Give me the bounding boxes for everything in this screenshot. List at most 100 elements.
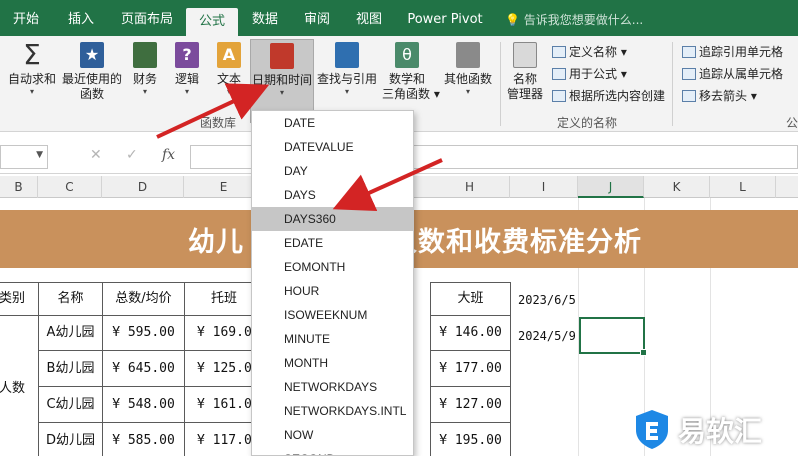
category-cell[interactable]: 人数 <box>0 315 39 456</box>
table-row-name[interactable]: B幼儿园 <box>38 350 103 387</box>
table-row-name[interactable]: C幼儿园 <box>38 386 103 423</box>
lookup-reference-button[interactable]: 查找与引用 ▾ <box>316 42 378 97</box>
table-row-daban[interactable]: ¥ 127.00 <box>430 386 511 423</box>
column-header-i[interactable]: I <box>510 176 578 198</box>
menu-item-date[interactable]: DATE <box>252 111 413 135</box>
column-header-k[interactable]: K <box>644 176 710 198</box>
tab-home[interactable]: 开始 <box>0 0 52 36</box>
table-row-daban[interactable]: ¥ 195.00 <box>430 422 511 456</box>
autosum-button[interactable]: Σ 自动求和 ▾ <box>6 38 58 97</box>
menu-item-edate[interactable]: EDATE <box>252 231 413 255</box>
menu-item-days360[interactable]: DAYS360 <box>252 207 413 231</box>
menu-item-datevalue[interactable]: DATEVALUE <box>252 135 413 159</box>
table-row-total[interactable]: ¥ 645.00 <box>102 350 185 387</box>
table-row-name[interactable]: D幼儿园 <box>38 422 103 456</box>
define-name-button[interactable]: 定义名称 ▾ <box>552 44 627 60</box>
tab-review[interactable]: 审阅 <box>294 0 340 36</box>
menu-item-eomonth[interactable]: EOMONTH <box>252 255 413 279</box>
name-manager-icon <box>513 42 537 68</box>
menu-item-day[interactable]: DAY <box>252 159 413 183</box>
sigma-icon: Σ <box>23 38 41 71</box>
date-cell-i3[interactable]: 2023/6/5 <box>518 293 576 307</box>
datetime-function-menu: DATE DATEVALUE DAY DAYS DAYS360 EDATE EO… <box>251 110 414 456</box>
column-header-h[interactable]: H <box>430 176 510 198</box>
menu-item-isoweeknum[interactable]: ISOWEEKNUM <box>252 303 413 327</box>
enter-icon[interactable]: ✓ <box>126 147 138 163</box>
tab-view[interactable]: 视图 <box>346 0 392 36</box>
watermark: 易软汇 <box>630 408 798 452</box>
table-row-daban[interactable]: ¥ 177.00 <box>430 350 511 387</box>
formula-bar-buttons: ✕ ✓ fx <box>76 145 184 169</box>
header-category[interactable]: 类别 <box>0 282 39 316</box>
menu-item-networkdays[interactable]: NETWORKDAYS <box>252 375 413 399</box>
define-name-icon <box>552 46 566 58</box>
table-row-name[interactable]: A幼儿园 <box>38 315 103 351</box>
tab-insert[interactable]: 插入 <box>56 0 106 36</box>
date-cell-i4[interactable]: 2024/5/9 <box>518 329 576 343</box>
menu-item-now[interactable]: NOW <box>252 423 413 447</box>
ribbon-separator <box>672 42 673 126</box>
ribbon-tab-bar: 开始 插入 页面布局 公式 数据 审阅 视图 Power Pivot 💡 告诉我… <box>0 0 798 36</box>
financial-button[interactable]: 财务 ▾ <box>128 42 162 97</box>
text-book-icon: A <box>217 42 241 68</box>
trace-dependents-icon <box>682 68 696 80</box>
trace-dependents-button[interactable]: 追踪从属单元格 <box>682 66 783 82</box>
logical-button[interactable]: ? 逻辑 ▾ <box>170 42 204 97</box>
column-header-b[interactable]: B <box>0 176 38 198</box>
theta-book-icon: θ <box>395 42 419 68</box>
table-row-daban[interactable]: ¥ 146.00 <box>430 315 511 351</box>
header-daban[interactable]: 大班 <box>430 282 511 316</box>
calendar-book-icon <box>270 43 294 69</box>
tell-me-search[interactable]: 💡 告诉我您想要做什么... <box>505 0 643 36</box>
column-header-j[interactable]: J <box>578 176 644 198</box>
menu-item-minute[interactable]: MINUTE <box>252 327 413 351</box>
math-trig-button[interactable]: θ 数学和 三角函数 ▾ <box>382 42 440 102</box>
question-book-icon: ? <box>175 42 199 68</box>
header-total[interactable]: 总数/均价 <box>102 282 185 316</box>
group-label-function-library: 函数库 <box>200 116 237 130</box>
table-row-total[interactable]: ¥ 595.00 <box>102 315 185 351</box>
menu-item-month[interactable]: MONTH <box>252 351 413 375</box>
group-label-defined-names: 定义的名称 <box>557 116 618 130</box>
shield-logo-icon <box>636 410 668 449</box>
column-header-c[interactable]: C <box>38 176 102 198</box>
column-header-l[interactable]: L <box>710 176 776 198</box>
trace-precedents-icon <box>682 46 696 58</box>
more-functions-icon <box>456 42 480 68</box>
star-book-icon: ★ <box>80 42 104 68</box>
use-in-formula-icon <box>552 68 566 80</box>
menu-item-second[interactable]: SECOND <box>252 447 413 455</box>
create-from-selection-icon <box>552 90 566 102</box>
create-from-selection-button[interactable]: 根据所选内容创建 <box>552 88 665 104</box>
chevron-down-icon[interactable]: ▼ <box>36 150 43 160</box>
tab-formulas[interactable]: 公式 <box>186 8 238 36</box>
table-row-total[interactable]: ¥ 548.00 <box>102 386 185 423</box>
magnifier-book-icon <box>335 42 359 68</box>
cancel-icon[interactable]: ✕ <box>90 147 102 163</box>
menu-item-networkdays-intl[interactable]: NETWORKDAYS.INTL <box>252 399 413 423</box>
recent-functions-button[interactable]: ★ 最近使用的 函数 <box>60 42 124 102</box>
header-name[interactable]: 名称 <box>38 282 103 316</box>
more-functions-button[interactable]: 其他函数 ▾ <box>442 42 494 97</box>
name-manager-button[interactable]: 名称 管理器 <box>504 42 546 102</box>
ribbon-separator <box>500 42 501 126</box>
name-box[interactable]: ▼ <box>0 145 48 169</box>
lightbulb-icon: 💡 <box>505 13 520 27</box>
watermark-text: 易软汇 <box>678 415 763 448</box>
text-button[interactable]: A 文本 ▾ <box>212 42 246 97</box>
column-header-d[interactable]: D <box>102 176 184 198</box>
tab-data[interactable]: 数据 <box>242 0 288 36</box>
use-in-formula-button[interactable]: 用于公式 ▾ <box>552 66 627 82</box>
tab-power-pivot[interactable]: Power Pivot <box>402 0 488 36</box>
tab-page-layout[interactable]: 页面布局 <box>110 0 184 36</box>
menu-item-days[interactable]: DAYS <box>252 183 413 207</box>
table-row-total[interactable]: ¥ 585.00 <box>102 422 185 456</box>
group-label-formula-auditing: 公 <box>786 116 798 130</box>
remove-arrows-icon <box>682 90 696 102</box>
insert-function-icon[interactable]: fx <box>162 147 175 163</box>
trace-precedents-button[interactable]: 追踪引用单元格 <box>682 44 783 60</box>
remove-arrows-button[interactable]: 移去箭头 ▾ <box>682 88 757 104</box>
financial-book-icon <box>133 42 157 68</box>
menu-item-hour[interactable]: HOUR <box>252 279 413 303</box>
active-cell-selection[interactable] <box>579 317 647 356</box>
